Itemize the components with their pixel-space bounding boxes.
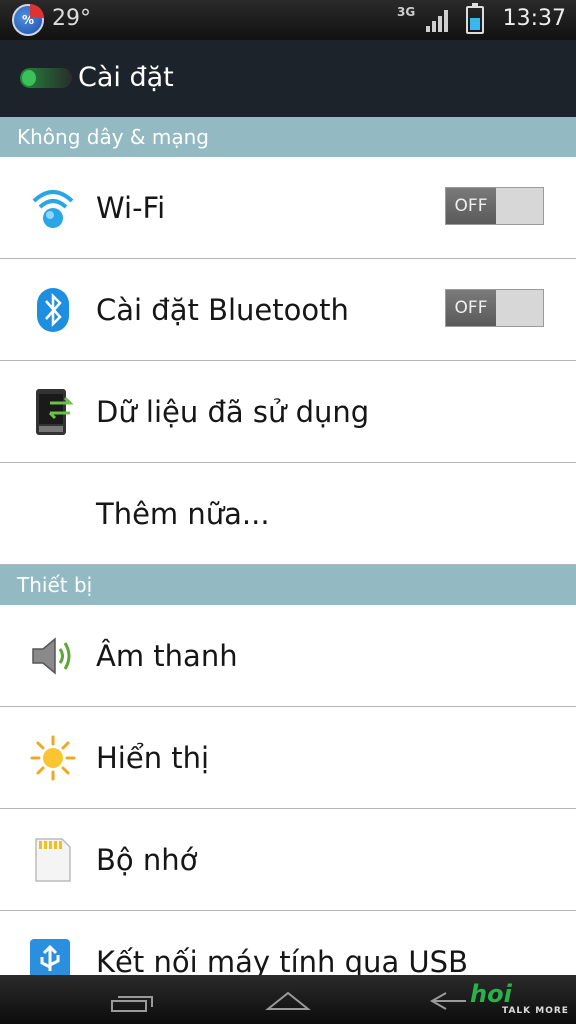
- toggle-state-label: OFF: [446, 290, 496, 326]
- speaker-icon: [32, 637, 71, 675]
- settings-item-label: Thêm nữa...: [96, 497, 270, 531]
- sd-card-icon: [35, 838, 71, 882]
- settings-item-label: Âm thanh: [96, 639, 238, 673]
- app-logo-icon[interactable]: [20, 68, 72, 88]
- settings-item-wifi[interactable]: Wi-Fi OFF: [0, 157, 576, 259]
- home-icon[interactable]: [258, 983, 318, 1017]
- settings-item-label: Hiển thị: [96, 741, 210, 775]
- network-type-label: 3G: [397, 5, 416, 19]
- battery-fill: [470, 17, 480, 30]
- toggle-state-label: OFF: [446, 188, 496, 224]
- settings-item-label: Bộ nhớ: [96, 843, 198, 877]
- settings-list: Không dây & mạng Wi-Fi OFF Cài đặt Bluet…: [0, 117, 576, 1013]
- watermark-brand: hoi: [470, 980, 512, 1008]
- battery-percent-icon: %: [12, 4, 44, 36]
- page-title: Cài đặt: [78, 62, 174, 93]
- recent-apps-icon[interactable]: [100, 983, 160, 1017]
- settings-item-more[interactable]: Thêm nữa...: [0, 463, 576, 565]
- settings-item-label: Dữ liệu đã sử dụng: [96, 395, 370, 429]
- status-bar: % 29° 3G 13:37: [0, 0, 576, 40]
- temperature-label: 29°: [52, 6, 91, 31]
- action-bar: Cài đặt: [0, 40, 576, 117]
- settings-item-storage[interactable]: Bộ nhớ: [0, 809, 576, 911]
- bluetooth-toggle[interactable]: OFF: [445, 289, 544, 327]
- bluetooth-icon: [37, 288, 69, 332]
- section-header-wireless: Không dây & mạng: [0, 117, 576, 157]
- data-usage-icon: [36, 389, 74, 435]
- watermark-logo: hoi TALK MORE: [448, 976, 576, 1024]
- settings-item-label: Cài đặt Bluetooth: [96, 293, 349, 327]
- settings-item-display[interactable]: Hiển thị: [0, 707, 576, 809]
- section-header-device: Thiết bị: [0, 565, 576, 605]
- settings-item-label: Wi-Fi: [96, 191, 166, 225]
- battery-icon: [466, 3, 484, 34]
- watermark-tagline: TALK MORE: [502, 1006, 569, 1016]
- sun-icon: [30, 735, 76, 781]
- clock: 13:37: [502, 6, 566, 31]
- wifi-toggle[interactable]: OFF: [445, 187, 544, 225]
- wifi-icon: [32, 190, 74, 228]
- settings-item-data-usage[interactable]: Dữ liệu đã sử dụng: [0, 361, 576, 463]
- signal-strength-icon: [426, 10, 450, 32]
- settings-item-sound[interactable]: Âm thanh: [0, 605, 576, 707]
- settings-item-bluetooth[interactable]: Cài đặt Bluetooth OFF: [0, 259, 576, 361]
